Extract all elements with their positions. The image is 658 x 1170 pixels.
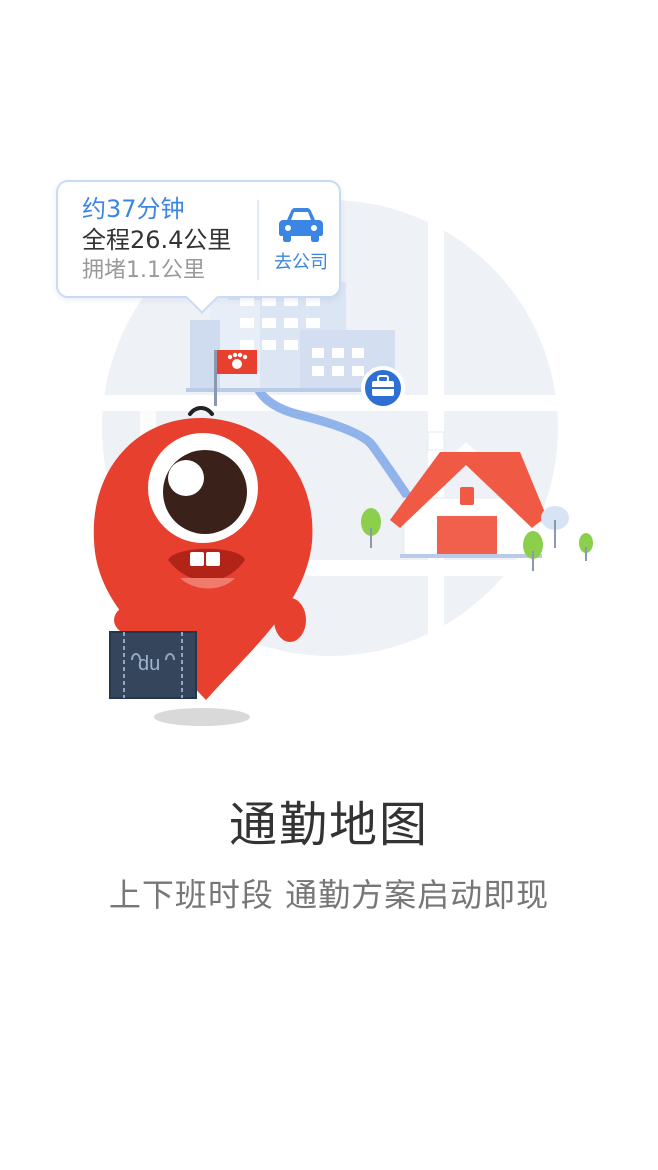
briefcase-icon (361, 366, 405, 410)
destination-label: 去公司 (274, 252, 328, 273)
route-distance: 全程26.4公里 (82, 226, 232, 254)
page-title: 通勤地图 (228, 797, 429, 853)
route-duration: 约37分钟 (82, 195, 185, 223)
du-bag: du (109, 631, 197, 699)
page-subtitle: 上下班时段 通勤方案启动即现 (108, 876, 550, 914)
bag-label: du (138, 653, 160, 675)
route-congestion: 拥堵1.1公里 (82, 258, 205, 283)
mascot-shadow (154, 708, 250, 726)
go-to-company-button[interactable]: 去公司 (262, 198, 340, 284)
commute-illustration: du (93, 200, 593, 726)
route-info-card: 约37分钟 全程26.4公里 拥堵1.1公里 去公司 (56, 180, 341, 314)
car-icon (279, 208, 323, 242)
card-divider (257, 200, 259, 280)
route-info: 约37分钟 全程26.4公里 拥堵1.1公里 (82, 194, 231, 286)
